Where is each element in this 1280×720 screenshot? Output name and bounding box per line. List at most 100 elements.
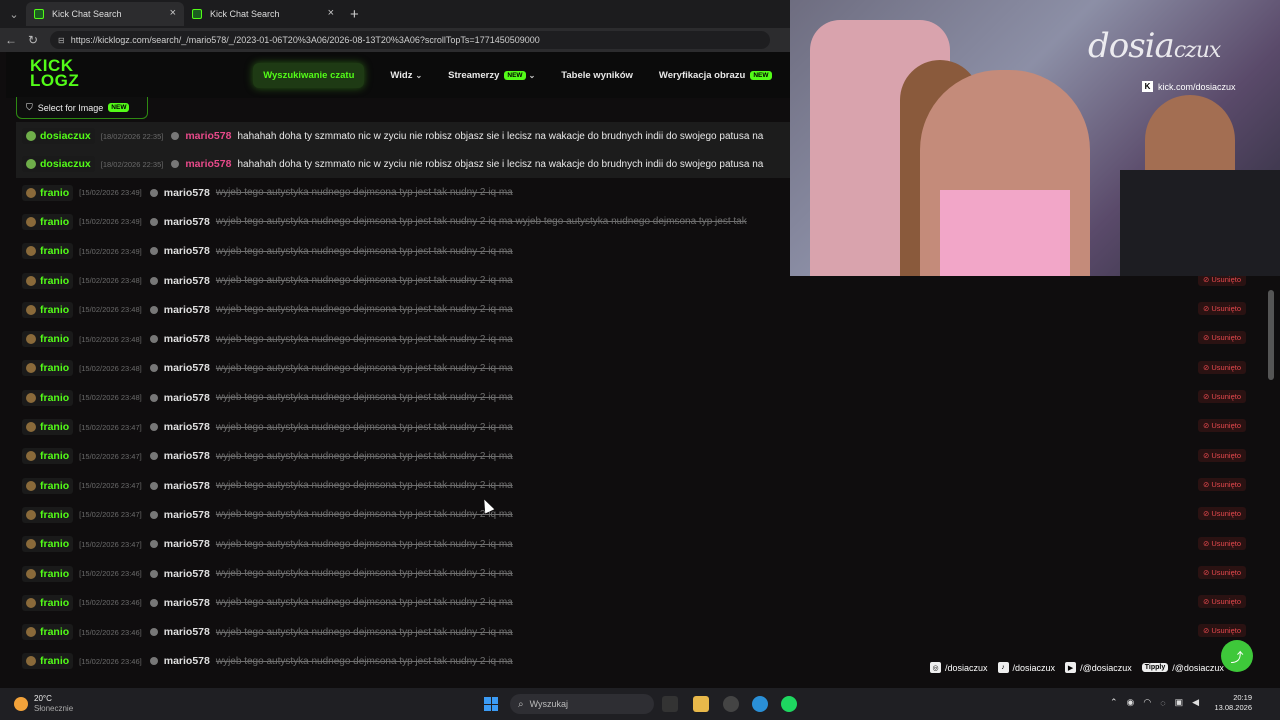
site-info-icon[interactable]: ⊟ <box>58 36 65 45</box>
chat-recipient[interactable]: mario578 <box>164 245 210 257</box>
chat-timestamp: [15/02/2026 23:47] <box>79 510 142 520</box>
chevron-down-icon: ⌄ <box>415 70 423 80</box>
microphone-icon[interactable]: ◌ <box>1160 698 1165 708</box>
chat-recipient[interactable]: mario578 <box>164 362 210 374</box>
chat-username-chip[interactable]: franio <box>22 243 74 260</box>
new-badge: NEW <box>750 70 772 80</box>
reply-dot-icon <box>149 657 158 666</box>
chat-username-chip[interactable]: franio <box>22 419 74 436</box>
chat-username-chip[interactable]: franio <box>22 594 74 611</box>
close-tab-icon[interactable]: × <box>328 7 334 19</box>
tray-chevron-up-icon[interactable]: ⌃ <box>1110 697 1118 708</box>
chat-recipient[interactable]: mario578 <box>164 216 210 228</box>
chat-recipient[interactable]: mario578 <box>164 333 210 345</box>
chat-username-chip[interactable]: franio <box>22 448 74 465</box>
edge-icon[interactable] <box>752 696 768 712</box>
tab-list-chevron-icon[interactable]: ⌄ <box>2 3 26 25</box>
chat-username-chip[interactable]: franio <box>22 184 74 201</box>
spotify-icon[interactable] <box>781 696 797 712</box>
chat-recipient[interactable]: mario578 <box>164 392 210 404</box>
chat-username-chip[interactable]: franio <box>22 653 74 670</box>
chat-username-chip[interactable]: franio <box>22 331 74 348</box>
removed-label: Usunięto <box>1211 362 1241 372</box>
chat-username: dosiaczux <box>40 158 91 170</box>
nav-viewer[interactable]: Widz ⌄ <box>390 70 422 81</box>
chat-recipient[interactable]: mario578 <box>164 187 210 199</box>
social-links-overlay: ◎/dosiaczux ♪/dosiaczux ▶/@dosiaczux Tip… <box>930 662 1234 673</box>
chat-recipient[interactable]: mario578 <box>185 158 231 170</box>
chat-recipient[interactable]: mario578 <box>164 450 210 462</box>
chat-recipient[interactable]: mario578 <box>164 538 210 550</box>
close-tab-icon[interactable]: × <box>170 7 176 19</box>
chat-message: wyjeb tego autystyka nudnego dejmsona ty… <box>215 538 513 550</box>
browser-tab-2[interactable]: Kick Chat Search × <box>184 2 342 26</box>
chat-username-chip[interactable]: franio <box>22 536 74 553</box>
nav-chat-search[interactable]: Wyszukiwanie czatu <box>253 62 365 88</box>
url-field[interactable]: ⊟ https://kicklogz.com/search/_/mario578… <box>50 31 770 49</box>
chat-recipient[interactable]: mario578 <box>164 509 210 521</box>
chat-username: franio <box>40 245 70 258</box>
weather-widget[interactable]: 20°C Słonecznie <box>14 694 73 714</box>
chat-recipient[interactable]: mario578 <box>164 304 210 316</box>
nav-image-verification[interactable]: Weryfikacja obrazu NEW <box>659 70 772 81</box>
chat-username-chip[interactable]: dosiaczux <box>22 128 95 144</box>
chat-username-chip[interactable]: franio <box>22 272 74 289</box>
social-label: /@dosiaczux <box>1172 662 1224 673</box>
file-explorer-icon[interactable] <box>693 696 709 712</box>
screen-record-icon[interactable]: ▣ <box>1175 697 1184 708</box>
chat-message: wyjeb tego autystyka nudnego dejmsona ty… <box>215 597 513 609</box>
chat-recipient[interactable]: mario578 <box>164 568 210 580</box>
search-icon: ⌕ <box>518 698 524 710</box>
user-avatar-icon <box>26 568 36 579</box>
wifi-icon[interactable]: ◠ <box>1143 697 1151 708</box>
removed-badge: ⊘ Usunięto <box>1198 448 1246 462</box>
chat-recipient[interactable]: mario578 <box>185 130 231 142</box>
page-scrollbar[interactable] <box>1268 290 1274 380</box>
chat-recipient[interactable]: mario578 <box>164 626 210 638</box>
tray-app-icon[interactable]: ◉ <box>1127 697 1135 708</box>
nav-leaderboards[interactable]: Tabele wyników <box>561 70 633 81</box>
reload-icon[interactable]: ↻ <box>22 33 44 47</box>
chat-recipient[interactable]: mario578 <box>164 421 210 433</box>
windows-start-icon[interactable] <box>484 697 498 711</box>
browser-tab-1[interactable]: Kick Chat Search × <box>26 2 184 26</box>
chat-timestamp: [15/02/2026 23:49] <box>79 217 142 227</box>
chat-recipient[interactable]: mario578 <box>164 480 210 492</box>
chat-message: wyjeb tego autystyka nudnego dejmsona ty… <box>215 333 513 345</box>
chat-username-chip[interactable]: franio <box>22 389 74 406</box>
chat-username-chip[interactable]: franio <box>22 506 74 523</box>
task-view-icon[interactable] <box>662 696 678 712</box>
new-tab-plus-icon[interactable]: + <box>350 6 359 23</box>
chat-username-chip[interactable]: franio <box>22 213 74 230</box>
chat-username-chip[interactable]: franio <box>22 624 74 641</box>
chat-username-chip[interactable]: franio <box>22 477 74 494</box>
chat-username-chip[interactable]: dosiaczux <box>22 156 95 172</box>
volume-icon[interactable]: ◀ <box>1192 697 1199 708</box>
chat-timestamp: [15/02/2026 23:48] <box>79 334 142 344</box>
chat-username-chip[interactable]: franio <box>22 565 74 582</box>
select-for-image-button[interactable]: ⛉ Select for Image NEW <box>16 97 148 119</box>
chat-username-chip[interactable]: franio <box>22 301 74 318</box>
share-icon[interactable]: ⤴ <box>1221 640 1253 672</box>
user-avatar-icon <box>26 392 36 403</box>
webcam-overlay: dosiaczux Kkick.com/dosiaczux <box>790 0 1280 276</box>
chat-recipient[interactable]: mario578 <box>164 275 210 287</box>
chat-message: wyjeb tego autystyka nudnego dejmsona ty… <box>215 275 513 287</box>
chat-recipient[interactable]: mario578 <box>164 597 210 609</box>
reply-dot-icon <box>149 510 158 519</box>
reply-dot-icon <box>149 569 158 578</box>
obs-icon[interactable] <box>723 696 739 712</box>
taskbar-clock[interactable]: 20:19 13.08.2026 <box>1212 693 1252 713</box>
chat-username-chip[interactable]: franio <box>22 360 74 377</box>
back-arrow-icon[interactable]: ← <box>0 33 22 47</box>
removed-label: Usunięto <box>1211 626 1241 636</box>
taskbar-search[interactable]: ⌕ Wyszukaj <box>510 694 654 714</box>
kicklogz-logo[interactable]: KICK LOGZ <box>30 57 79 92</box>
nav-streamers[interactable]: Streamerzy NEW ⌄ <box>448 70 535 81</box>
new-badge: NEW <box>108 103 130 112</box>
tiktok-icon: ♪ <box>997 662 1009 673</box>
chat-recipient[interactable]: mario578 <box>164 655 210 667</box>
reply-dot-icon <box>149 598 158 607</box>
reply-dot-icon <box>149 423 158 432</box>
chat-username: franio <box>40 362 70 375</box>
